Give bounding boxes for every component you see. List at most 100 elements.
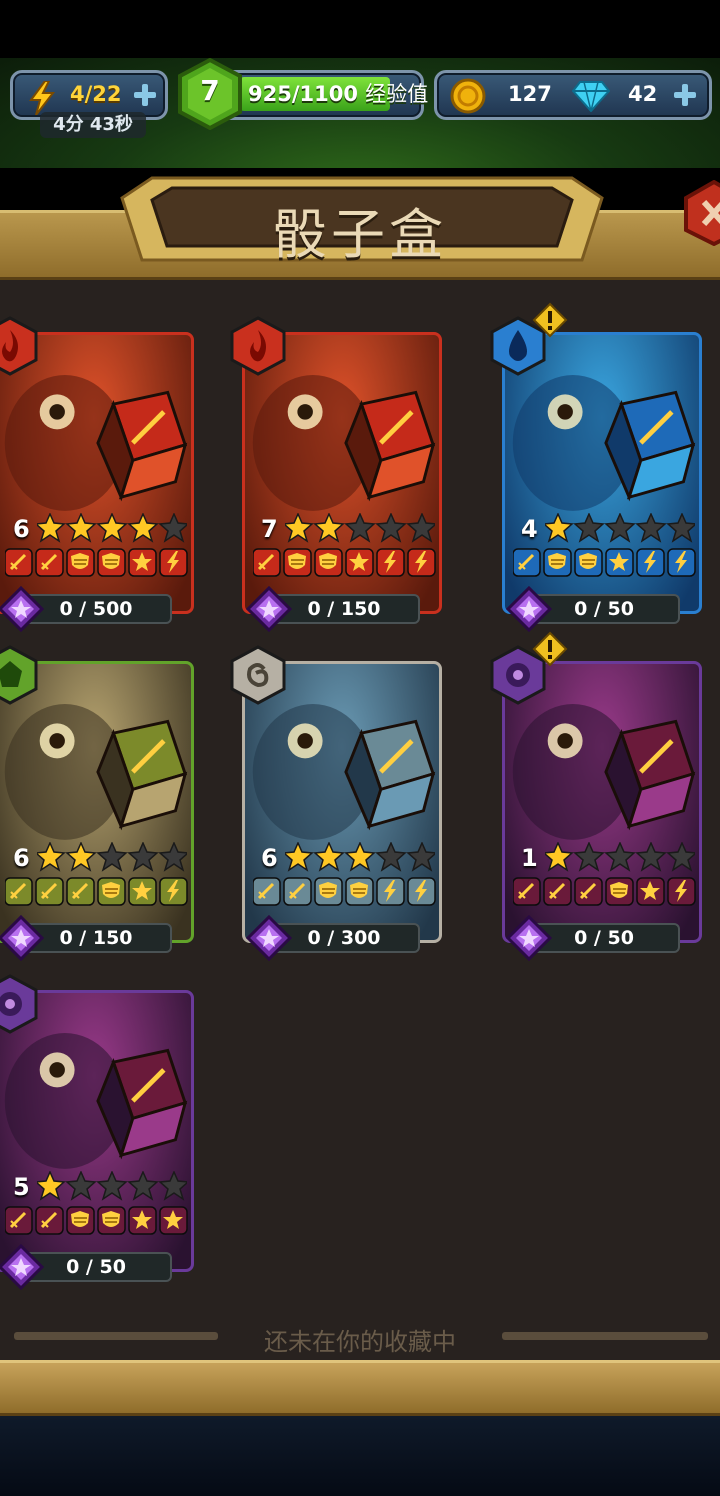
earth-element-icon bbox=[0, 645, 38, 705]
star-icon bbox=[158, 842, 187, 872]
dice-level: 7 bbox=[261, 515, 278, 543]
dice-level: 6 bbox=[261, 844, 278, 872]
star-icon bbox=[344, 513, 376, 543]
coins-value: 127 bbox=[508, 82, 552, 106]
sword-face-icon bbox=[5, 548, 33, 577]
xp-value: 925/1100 bbox=[248, 82, 358, 106]
sword-face-icon bbox=[253, 548, 281, 577]
dice-level: 5 bbox=[13, 1173, 30, 1201]
add-gems-button[interactable] bbox=[674, 84, 696, 106]
star-icon bbox=[604, 513, 636, 543]
star-icon bbox=[406, 842, 435, 872]
shield-face-icon bbox=[97, 548, 126, 577]
star-icon bbox=[127, 513, 159, 543]
star-icon bbox=[96, 842, 128, 872]
star-icon bbox=[313, 842, 345, 872]
bolt-face-icon bbox=[376, 877, 405, 906]
bolt-face-icon bbox=[407, 548, 436, 577]
bolt-face-icon bbox=[636, 548, 665, 577]
star-face-icon bbox=[605, 548, 634, 577]
add-energy-button[interactable] bbox=[134, 84, 156, 106]
energy-value: 4/22 bbox=[70, 82, 122, 106]
dice-faces bbox=[513, 877, 696, 906]
star-face-icon bbox=[128, 877, 157, 906]
sword-face-icon bbox=[513, 548, 541, 577]
sword-face-icon bbox=[66, 877, 95, 906]
star-icon bbox=[375, 513, 407, 543]
page-title: 骰子盒 bbox=[273, 203, 447, 266]
shield-face-icon bbox=[543, 548, 572, 577]
bolt-face-icon bbox=[667, 548, 696, 577]
dice-faces bbox=[513, 548, 696, 577]
dice-faces bbox=[253, 548, 436, 577]
sword-face-icon bbox=[543, 877, 572, 906]
dice-level: 1 bbox=[521, 844, 538, 872]
shard-icon bbox=[506, 915, 552, 961]
sword-face-icon bbox=[574, 877, 603, 906]
dice-faces bbox=[5, 548, 188, 577]
bolt-face-icon bbox=[376, 548, 405, 577]
star-face-icon bbox=[128, 1206, 157, 1235]
star-face-icon bbox=[345, 548, 374, 577]
dice-faces bbox=[5, 1206, 188, 1235]
star-icon bbox=[573, 513, 605, 543]
sword-face-icon bbox=[283, 877, 312, 906]
xp-text: 925/1100 经验值 bbox=[248, 78, 428, 108]
rarity-stars bbox=[285, 842, 435, 872]
star-icon bbox=[406, 513, 435, 543]
rarity-stars bbox=[545, 513, 695, 543]
lightning-icon bbox=[29, 81, 56, 115]
star-icon bbox=[344, 842, 376, 872]
alert-icon bbox=[532, 302, 568, 338]
star-icon bbox=[127, 1171, 159, 1201]
star-icon bbox=[37, 513, 66, 543]
star-icon bbox=[96, 513, 128, 543]
star-icon bbox=[545, 513, 574, 543]
dice-level: 6 bbox=[13, 844, 30, 872]
shield-face-icon bbox=[97, 877, 126, 906]
shield-face-icon bbox=[314, 548, 343, 577]
star-icon bbox=[666, 842, 695, 872]
star-icon bbox=[96, 1171, 128, 1201]
gems-value: 42 bbox=[628, 82, 658, 106]
star-icon bbox=[285, 842, 314, 872]
fire-element-icon bbox=[230, 316, 286, 376]
dice-faces bbox=[5, 877, 188, 906]
close-button[interactable] bbox=[684, 180, 720, 246]
arcane-element-icon bbox=[0, 974, 38, 1034]
star-icon bbox=[635, 513, 667, 543]
star-icon bbox=[37, 1171, 66, 1201]
bolt-face-icon bbox=[407, 877, 436, 906]
sword-face-icon bbox=[35, 877, 64, 906]
shard-icon bbox=[0, 915, 44, 961]
status-bar bbox=[0, 0, 720, 58]
shield-face-icon bbox=[66, 1206, 95, 1235]
shield-face-icon bbox=[574, 548, 603, 577]
diamond-icon bbox=[572, 81, 610, 112]
star-icon bbox=[65, 1171, 97, 1201]
star-icon bbox=[545, 842, 574, 872]
not-collected-label: 还未在你的收藏中 bbox=[264, 1328, 456, 1356]
shield-face-icon bbox=[97, 1206, 126, 1235]
star-icon bbox=[65, 513, 97, 543]
shard-icon bbox=[246, 915, 292, 961]
sword-face-icon bbox=[513, 877, 541, 906]
dice-level: 6 bbox=[13, 515, 30, 543]
bolt-face-icon bbox=[159, 548, 188, 577]
shield-face-icon bbox=[314, 877, 343, 906]
star-face-icon bbox=[636, 877, 665, 906]
xp-label: 经验值 bbox=[365, 82, 429, 106]
shard-icon bbox=[506, 586, 552, 632]
dice-faces bbox=[253, 877, 436, 906]
star-icon bbox=[604, 842, 636, 872]
shield-face-icon bbox=[66, 548, 95, 577]
sword-face-icon bbox=[253, 877, 281, 906]
player-level: 7 bbox=[200, 74, 220, 107]
rarity-stars bbox=[37, 842, 187, 872]
star-face-icon bbox=[128, 548, 157, 577]
star-icon bbox=[285, 513, 314, 543]
coin-icon bbox=[450, 78, 486, 114]
sword-face-icon bbox=[5, 1206, 33, 1235]
star-icon bbox=[158, 1171, 187, 1201]
shield-face-icon bbox=[345, 877, 374, 906]
